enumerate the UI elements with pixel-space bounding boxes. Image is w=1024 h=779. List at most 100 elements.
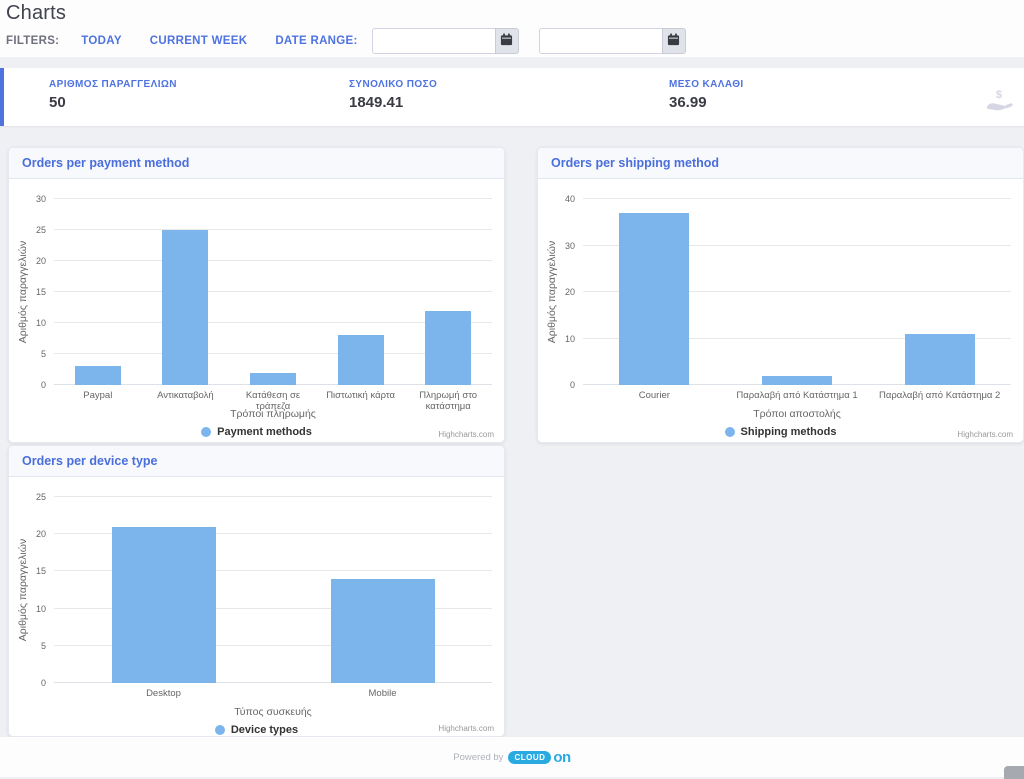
bar[interactable] (762, 376, 832, 385)
chart-card-header: Orders per shipping method (538, 148, 1023, 179)
device-types-chart: Αριθμός παραγγελιών2520151050DesktopMobi… (9, 477, 504, 736)
y-tick-label: 5 (12, 641, 46, 651)
legend-marker-icon (725, 427, 735, 437)
page-title: Charts (6, 2, 66, 25)
legend-marker-icon (201, 427, 211, 437)
bar[interactable] (250, 373, 296, 385)
y-tick-label: 15 (12, 566, 46, 576)
x-tick-label: Παραλαβή από Κατάστημα 1 (736, 391, 857, 402)
date-to-calendar-button[interactable] (662, 28, 686, 54)
stat-label: ΣΥΝΟΛΙΚΟ ΠΟΣΟ (349, 79, 437, 90)
bar-slot (54, 497, 273, 683)
stat-orders-count: ΑΡΙΘΜΟΣ ΠΑΡΑΓΓΕΛΙΩΝ 50 (49, 79, 177, 111)
stat-value: 50 (49, 94, 177, 111)
chart-card-header: Orders per payment method (9, 148, 504, 179)
footer-brand[interactable]: Powered by CLOUD on (0, 751, 1024, 764)
chart-card-device-types: Orders per device type Αριθμός παραγγελι… (8, 445, 505, 737)
legend-label: Device types (231, 724, 298, 736)
bar[interactable] (162, 230, 208, 385)
x-tick-label: Αντικαταβολή (157, 391, 214, 402)
calendar-icon (500, 33, 513, 49)
bar[interactable] (619, 213, 689, 385)
y-tick-label: 0 (12, 380, 46, 390)
x-tick-label: Desktop (146, 689, 181, 700)
powered-by-label: Powered by (453, 752, 503, 763)
bar[interactable] (75, 366, 121, 385)
filters-bar: FILTERS: TODAY CURRENT WEEK DATE RANGE: (6, 28, 706, 54)
y-tick-label: 0 (541, 380, 575, 390)
y-tick-label: 25 (12, 492, 46, 502)
credits-link[interactable]: Highcharts.com (438, 430, 494, 439)
bar[interactable] (331, 579, 435, 683)
bar[interactable] (425, 311, 471, 385)
y-tick-label: 30 (541, 241, 575, 251)
bar-slot (273, 497, 492, 683)
date-to-input[interactable] (539, 28, 662, 54)
plot-area: 302520151050 (54, 199, 492, 385)
calendar-icon (667, 33, 680, 49)
hand-holding-dollar-icon: $ (984, 88, 1014, 117)
legend[interactable]: Payment methods (9, 426, 504, 438)
date-to-group (539, 28, 686, 54)
payment-methods-chart: Αριθμός παραγγελιών302520151050PaypalΑντ… (9, 179, 504, 442)
filter-current-week-link[interactable]: CURRENT WEEK (150, 35, 248, 47)
cloudon-logo-suffix: on (553, 752, 570, 764)
y-tick-label: 10 (12, 604, 46, 614)
legend[interactable]: Device types (9, 724, 504, 736)
bar[interactable] (338, 335, 384, 385)
chart-title: Orders per payment method (22, 156, 189, 170)
bar[interactable] (112, 527, 216, 683)
y-tick-label: 5 (12, 349, 46, 359)
bar-slot (229, 199, 317, 385)
x-tick-slot: Paypal (54, 391, 142, 402)
date-from-group (372, 28, 519, 54)
legend-marker-icon (215, 725, 225, 735)
bar-slot (54, 199, 142, 385)
y-tick-label: 20 (541, 287, 575, 297)
x-tick-label: Mobile (369, 689, 397, 700)
chart-title: Orders per shipping method (551, 156, 719, 170)
legend-label: Payment methods (217, 426, 312, 438)
page-header: Charts FILTERS: TODAY CURRENT WEEK DATE … (0, 0, 1024, 57)
y-tick-label: 25 (12, 225, 46, 235)
plot-area: 403020100 (583, 199, 1011, 385)
x-axis-title: Τύπος συσκευής (54, 706, 492, 718)
bar-slot (583, 199, 726, 385)
y-tick-label: 10 (12, 318, 46, 328)
chart-card-header: Orders per device type (9, 446, 504, 477)
credits-link[interactable]: Highcharts.com (438, 724, 494, 733)
bar-slot (142, 199, 230, 385)
date-from-calendar-button[interactable] (495, 28, 519, 54)
stat-total-amount: ΣΥΝΟΛΙΚΟ ΠΟΣΟ 1849.41 (349, 79, 437, 111)
chart-card-shipping-methods: Orders per shipping method Αριθμός παραγ… (537, 147, 1024, 443)
stat-value: 1849.41 (349, 94, 437, 111)
stat-label: ΜΕΣΟ ΚΑΛΑΘΙ (669, 79, 744, 90)
bar-slot (726, 199, 869, 385)
date-range-label: DATE RANGE: (275, 35, 357, 47)
bar-slot (404, 199, 492, 385)
y-tick-label: 20 (12, 529, 46, 539)
x-tick-label: Πιστωτική κάρτα (326, 391, 395, 402)
plot-area: 2520151050 (54, 497, 492, 683)
filters-label: FILTERS: (6, 35, 59, 47)
x-tick-label: Παραλαβή από Κατάστημα 2 (879, 391, 1000, 402)
legend[interactable]: Shipping methods (538, 426, 1023, 438)
filter-today-link[interactable]: TODAY (81, 35, 122, 47)
bar[interactable] (905, 334, 975, 385)
x-axis-title: Τρόποι αποστολής (583, 408, 1011, 420)
credits-link[interactable]: Highcharts.com (957, 430, 1013, 439)
y-tick-label: 0 (12, 678, 46, 688)
stat-value: 36.99 (669, 94, 744, 111)
date-from-input[interactable] (372, 28, 495, 54)
x-tick-slot: Courier (583, 391, 726, 402)
y-tick-label: 20 (12, 256, 46, 266)
x-tick-label: Paypal (83, 391, 112, 402)
x-tick-slot: Αντικαταβολή (142, 391, 230, 402)
y-tick-label: 15 (12, 287, 46, 297)
x-axis-title: Τρόποι πληρωμής (54, 408, 492, 420)
bar-slot (868, 199, 1011, 385)
chart-title: Orders per device type (22, 454, 157, 468)
x-tick-slot: Παραλαβή από Κατάστημα 1 (726, 391, 869, 402)
y-axis-title: Αριθμός παραγγελιών (17, 539, 29, 641)
x-tick-slot: Παραλαβή από Κατάστημα 2 (868, 391, 1011, 402)
